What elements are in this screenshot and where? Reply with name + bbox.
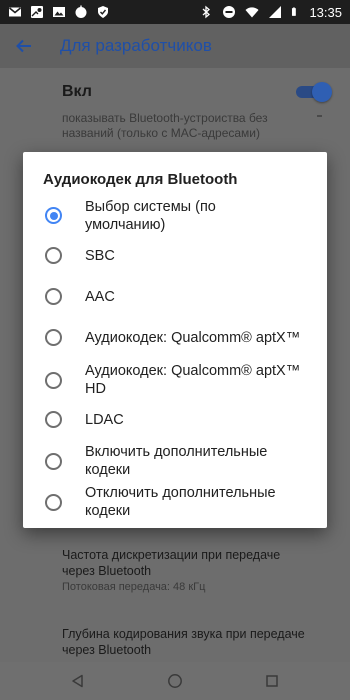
radio-button[interactable] bbox=[45, 247, 62, 264]
back-arrow-icon bbox=[16, 39, 31, 53]
option-label: Выбор системы (по умолчанию) bbox=[85, 198, 315, 234]
nav-recents-icon bbox=[266, 675, 278, 687]
bluetooth-icon bbox=[203, 5, 211, 19]
radio-button-selected[interactable] bbox=[45, 207, 62, 224]
option-label-line1: Включить дополнительные bbox=[85, 444, 268, 460]
radio-button[interactable] bbox=[45, 411, 62, 428]
developer-options-toggle[interactable] bbox=[296, 82, 332, 102]
sample-rate-title-line2: через Bluetooth bbox=[62, 564, 152, 578]
app-bar: Для разработчиков bbox=[0, 24, 350, 68]
radio-button[interactable] bbox=[45, 453, 62, 470]
codec-option-aac[interactable]: AAC bbox=[23, 279, 327, 315]
option-label-line2: HD bbox=[85, 381, 106, 397]
nav-back-button[interactable] bbox=[68, 671, 88, 691]
dialog-title: Аудиокодек для Bluetooth bbox=[43, 171, 238, 188]
sample-rate-title-line1: Частота дискретизации при передаче bbox=[62, 548, 281, 562]
radio-button[interactable] bbox=[45, 372, 62, 389]
option-label: SBC bbox=[85, 248, 115, 264]
radio-button[interactable] bbox=[45, 494, 62, 511]
codec-option-aptx[interactable]: Аудиокодек: Qualcomm® aptX™ bbox=[23, 320, 327, 356]
toggle-thumb bbox=[312, 82, 332, 102]
image-icon bbox=[53, 7, 65, 17]
battery-icon bbox=[292, 7, 297, 16]
status-notification-icons bbox=[8, 5, 110, 19]
option-label-line1: Аудиокодек: Qualcomm® aptX™ bbox=[85, 363, 301, 379]
codec-option-ldac[interactable]: LDAC bbox=[23, 402, 327, 438]
status-bar: 13:35 bbox=[0, 0, 350, 24]
option-label-line2: кодеки bbox=[85, 462, 131, 478]
back-button[interactable] bbox=[0, 24, 48, 68]
circle-app-icon bbox=[75, 5, 87, 18]
page-title: Для разработчиков bbox=[60, 36, 212, 55]
bluetooth-devices-description-line2: названий (только с MAC-адресами) bbox=[62, 126, 261, 140]
wifi-icon bbox=[245, 7, 259, 18]
option-label: Аудиокодек: Qualcomm® aptX™ HD bbox=[85, 362, 315, 398]
bluetooth-codec-dialog: Аудиокодек для Bluetooth Выбор системы (… bbox=[23, 152, 327, 528]
maps-icon bbox=[31, 6, 43, 18]
signal-icon bbox=[269, 6, 282, 18]
codec-option-system-default[interactable]: Выбор системы (по умолчанию) bbox=[23, 196, 327, 236]
option-label-line1: Выбор системы (по bbox=[85, 199, 216, 215]
option-label: LDAC bbox=[85, 412, 124, 428]
do-not-disturb-icon bbox=[223, 6, 236, 18]
option-label: AAC bbox=[85, 289, 115, 305]
nav-recents-button[interactable] bbox=[262, 671, 282, 691]
codec-option-aptx-hd[interactable]: Аудиокодек: Qualcomm® aptX™ HD bbox=[23, 359, 327, 403]
bluetooth-devices-description-line1: показывать Bluetooth-устроиства без bbox=[62, 111, 268, 125]
option-label: Включить дополнительные кодеки bbox=[85, 443, 315, 479]
shield-check-icon bbox=[98, 6, 108, 18]
bit-depth-title-line2: через Bluetooth bbox=[62, 643, 152, 657]
navigation-bar bbox=[0, 662, 350, 700]
sample-rate-summary: Потоковая передача: 48 кГц bbox=[62, 581, 206, 593]
nav-back-icon bbox=[72, 674, 83, 688]
bit-depth-title-line1: Глубина кодирования звука при передаче bbox=[62, 627, 305, 641]
option-label-line1: Отключить дополнительные bbox=[85, 485, 276, 501]
status-time: 13:35 bbox=[309, 4, 342, 20]
codec-option-disable-extra[interactable]: Отключить дополнительные кодеки bbox=[23, 481, 327, 525]
option-label-line2: умолчанию) bbox=[85, 217, 166, 233]
main-switch-label: Вкл bbox=[62, 83, 92, 100]
option-label: Аудиокодек: Qualcomm® aptX™ bbox=[85, 330, 301, 346]
option-label: Отключить дополнительные кодеки bbox=[85, 484, 315, 520]
gmail-icon bbox=[8, 7, 22, 17]
nav-home-icon bbox=[168, 674, 182, 688]
option-label-line2: кодеки bbox=[85, 503, 131, 519]
radio-button[interactable] bbox=[45, 329, 62, 346]
nav-home-button[interactable] bbox=[165, 671, 185, 691]
codec-option-enable-extra[interactable]: Включить дополнительные кодеки bbox=[23, 440, 327, 484]
radio-button[interactable] bbox=[45, 288, 62, 305]
list-switch-mark bbox=[317, 115, 322, 117]
main-switch-row[interactable]: Вкл bbox=[0, 68, 350, 116]
codec-option-sbc[interactable]: SBC bbox=[23, 238, 327, 274]
status-system-icons: 13:35 bbox=[199, 5, 342, 20]
